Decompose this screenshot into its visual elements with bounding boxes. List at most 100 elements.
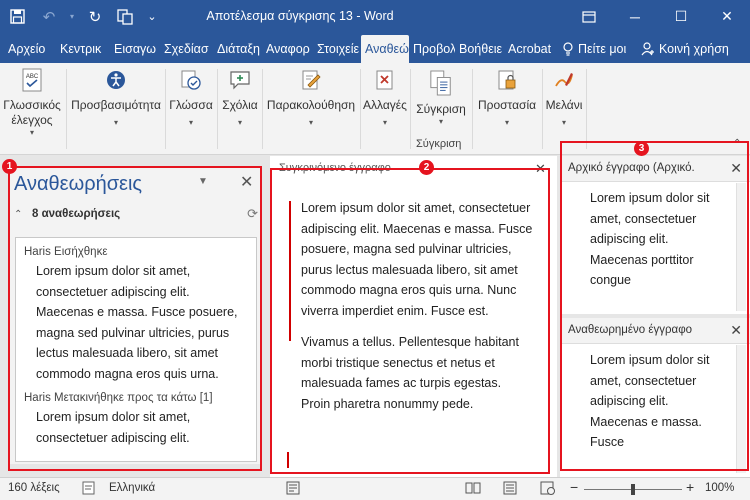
tab-help[interactable]: Βοήθειε [455,35,504,63]
revision-header: Haris Μετακινήθηκε προς τα κάτω [1] [24,392,213,404]
protect-button[interactable]: Προστασία ▾ [473,67,541,151]
revision-body: Lorem ipsum dolor sit amet, consectetuer… [36,410,191,445]
chevron-down-icon: ▾ [237,118,242,127]
list-item[interactable]: Haris Μετακινήθηκε προς τα κάτω [1] Lore… [24,392,256,448]
chevron-down-icon: ▾ [504,118,509,127]
tracking-button[interactable]: Παρακολούθηση ▾ [263,67,359,151]
annotation-badge-1: 1 [2,159,17,174]
chevron-down-icon: ▾ [308,118,313,127]
pane-options-icon[interactable]: ▼ [198,176,208,187]
redo-icon[interactable]: ↻ [80,0,110,33]
tab-design[interactable]: Σχεδίασ [160,35,213,63]
share-label: Κοινή χρήση [659,42,729,56]
chevron-down-icon: ▾ [188,118,193,127]
zoom-out-button[interactable]: − [570,479,578,495]
paragraph: Lorem ipsum dolor sit amet, consectetuer… [301,201,533,318]
tab-file[interactable]: Αρχείο [0,35,56,63]
tab-home[interactable]: Κεντρικ [56,35,110,63]
share-button[interactable]: Κοινή χρήση [637,35,737,63]
undo-icon[interactable]: ↶ [34,0,64,33]
tell-me-label: Πείτε μοι [578,42,627,56]
focus-mode-icon[interactable] [286,481,300,498]
close-icon[interactable]: ✕ [240,172,253,192]
collapse-icon[interactable]: ⌃ [14,209,32,220]
revisions-count-row: ⌃ 8 αναθεωρήσεις ⟳ [14,206,258,222]
revision-header: Haris Εισήχθηκε [24,246,108,258]
ink-button[interactable]: Μελάνι ▾ [543,67,585,151]
customize-qat-icon[interactable]: ⌄ [140,0,164,33]
close-button[interactable]: ✕ [704,0,750,33]
revised-document-pane[interactable]: Αναθεωρημένο έγγραφο ✕ Lorem ipsum dolor… [560,318,750,477]
lightbulb-icon [563,42,573,56]
accessibility-button[interactable]: Προσβασιμότητα ▾ [68,67,164,151]
original-document-pane[interactable]: Αρχικό έγγραφο (Αρχικό. ✕ Lorem ipsum do… [560,156,750,314]
tab-view[interactable]: Προβολ [409,35,455,63]
minimize-button[interactable]: ─ [612,0,658,33]
spelling-icon: ABC [20,67,44,93]
close-icon[interactable]: ✕ [535,161,546,177]
ribbon-separator [66,69,67,149]
revised-document-header: Αναθεωρημένο έγγραφο ✕ [560,318,750,344]
language-icon [179,67,203,93]
original-document-label: Αρχικό έγγραφο (Αρχικό. [568,162,695,174]
ribbon-separator [586,69,587,149]
chevron-down-icon: ▾ [561,118,566,127]
save-icon[interactable] [0,0,34,33]
tab-insert[interactable]: Εισαγω [110,35,160,63]
tab-review[interactable]: Αναθεώ [361,35,409,63]
word-count[interactable]: 160 λέξεις [8,482,60,494]
ribbon-display-options-icon[interactable] [566,0,612,33]
tab-mailings[interactable]: Στοιχείε [313,35,361,63]
refresh-icon[interactable]: ⟳ [247,206,258,222]
touch-mode-icon[interactable] [110,0,140,33]
change-bar [287,452,289,468]
changes-button[interactable]: Αλλαγές ▾ [361,67,409,151]
revision-body: Lorem ipsum dolor sit amet, consectetuer… [36,264,238,381]
proofing-label-1: Γλωσσικός [3,98,61,112]
comments-button[interactable]: Σχόλια ▾ [218,67,262,151]
changes-icon [373,67,397,93]
collapse-ribbon-icon[interactable]: ⌃ [733,138,741,149]
proofing-status-icon[interactable] [82,481,96,498]
close-icon[interactable]: ✕ [730,160,742,177]
accessibility-icon [104,67,128,93]
revisions-pane-title: Αναθεωρήσεις [14,173,143,195]
web-layout-icon[interactable] [540,481,556,498]
tab-acrobat[interactable]: Acrobat [504,35,552,63]
maximize-button[interactable]: ☐ [658,0,704,33]
tab-references[interactable]: Αναφορ [262,35,313,63]
original-document-header: Αρχικό έγγραφο (Αρχικό. ✕ [560,156,750,182]
zoom-level[interactable]: 100% [705,482,734,494]
compared-document-text[interactable]: Lorem ipsum dolor sit amet, consectetuer… [301,198,533,414]
list-item[interactable]: Haris Εισήχθηκε Lorem ipsum dolor sit am… [24,246,256,384]
undo-dropdown-icon[interactable]: ▾ [64,0,80,33]
close-icon[interactable]: ✕ [730,322,742,339]
language-label: Γλώσσα [169,98,213,112]
tell-me-box[interactable]: Πείτε μοι [552,35,637,63]
compare-icon [429,67,453,99]
compared-document-label: Συγκρινόμενο έγγραφο [279,162,391,174]
proofing-group-button[interactable]: ABC Γλωσσικός έλεγχος ▾ [0,67,64,151]
comments-label: Σχόλια [222,98,258,112]
comment-icon [228,67,252,93]
track-changes-icon [299,67,323,93]
print-layout-icon[interactable] [503,481,517,498]
tab-layout[interactable]: Διάταξη [213,35,262,63]
scrollbar[interactable] [736,345,746,473]
language-status[interactable]: Ελληνικά [109,482,155,494]
change-bar [289,201,291,341]
zoom-in-button[interactable]: + [686,479,694,495]
compare-label: Σύγκριση [416,102,466,116]
read-mode-icon[interactable] [465,481,481,498]
zoom-slider-thumb[interactable] [631,484,635,495]
language-button[interactable]: Γλώσσα ▾ [166,67,216,151]
quick-access-toolbar: ↶ ▾ ↻ ⌄ [0,0,164,33]
ink-icon [552,67,576,93]
changes-label: Αλλαγές [363,98,407,112]
annotation-badge-3: 3 [634,141,649,156]
window-controls: ─ ☐ ✕ [566,0,750,33]
revisions-list[interactable]: Haris Εισήχθηκε Lorem ipsum dolor sit am… [15,237,257,462]
scrollbar[interactable] [736,183,746,311]
chevron-down-icon: ▾ [438,117,443,126]
revisions-count: 8 αναθεωρήσεις [32,208,121,220]
